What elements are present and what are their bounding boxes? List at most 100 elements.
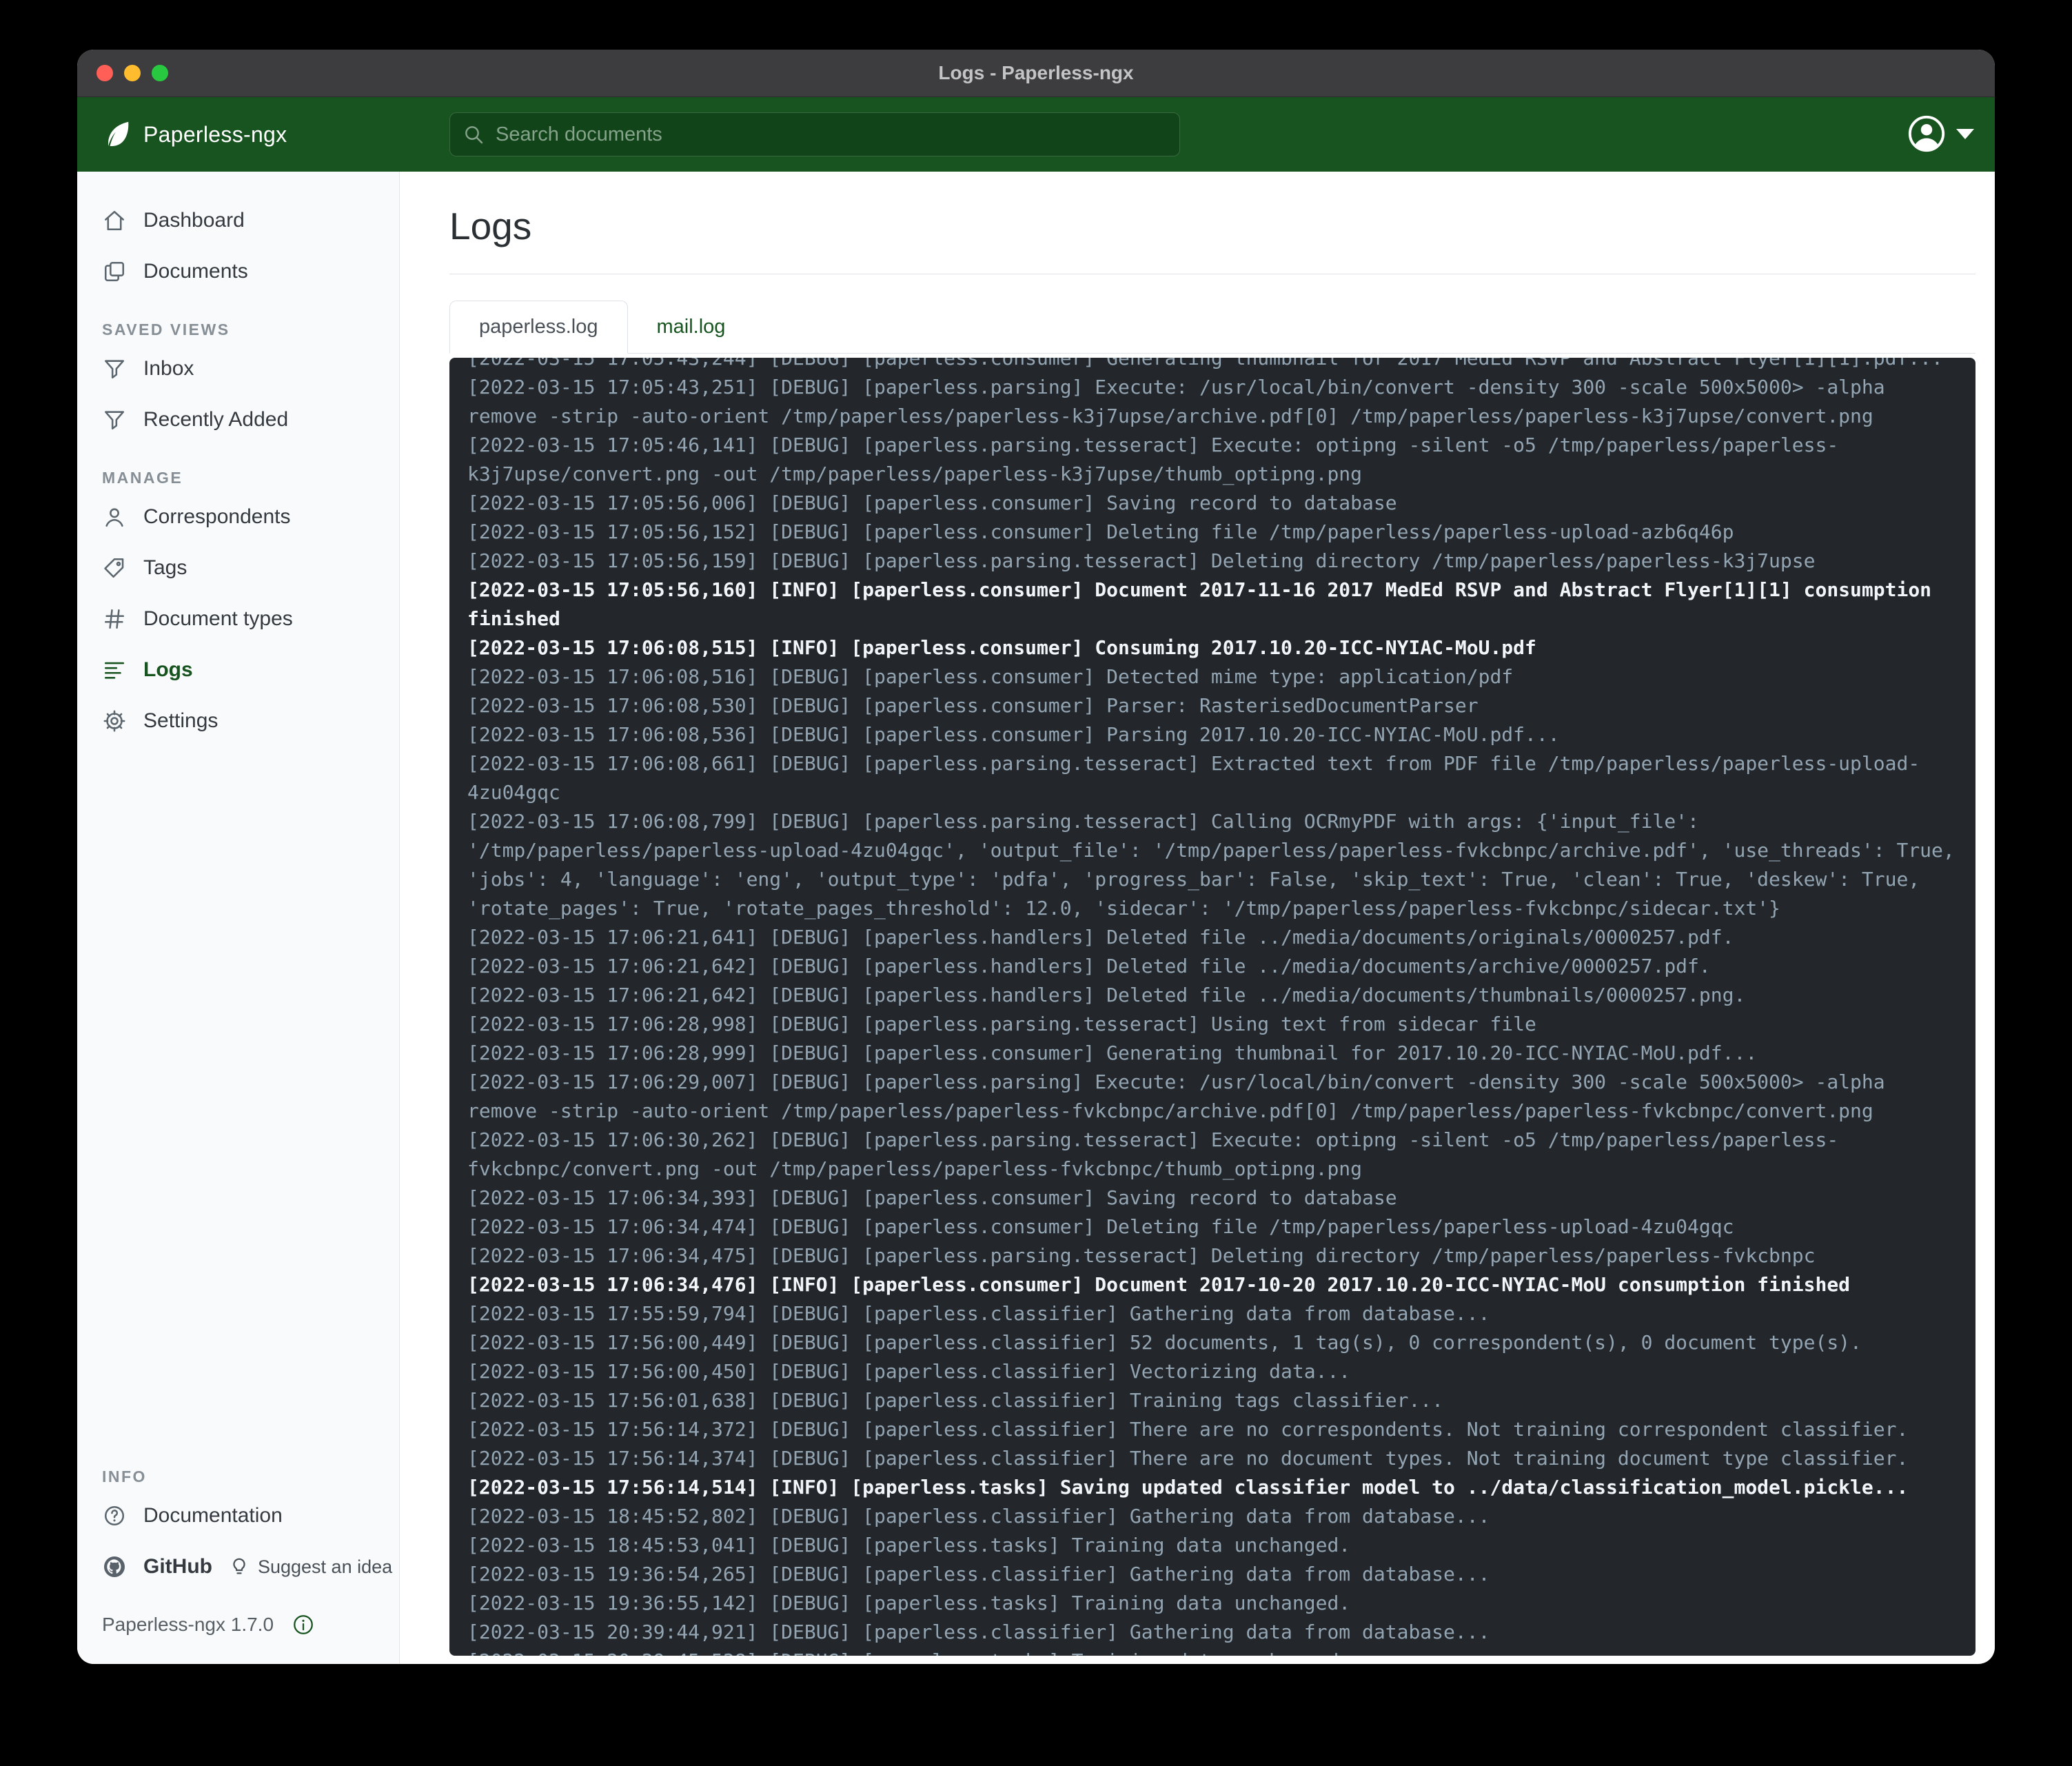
leaf-logo-icon	[101, 119, 132, 150]
log-line: [2022-03-15 17:05:46,141] [DEBUG] [paper…	[467, 431, 1958, 489]
sidebar-item-label: Documents	[143, 260, 248, 283]
sidebar-item-inbox[interactable]: Inbox	[77, 343, 399, 394]
app-brand[interactable]: Paperless-ngx	[101, 119, 287, 150]
sidebar-item-logs[interactable]: Logs	[77, 645, 399, 696]
main-content: Logs paperless.log mail.log [2022-03-15 …	[400, 172, 1995, 1664]
sidebar-item-correspondents[interactable]: Correspondents	[77, 491, 399, 542]
sidebar-item-label: Settings	[143, 709, 218, 733]
sidebar-item-recently-added[interactable]: Recently Added	[77, 394, 399, 445]
sidebar: Dashboard Documents SAVED VIEWS Inbox Recent…	[77, 172, 400, 1664]
person-circle-icon	[1907, 114, 1947, 154]
log-line: [2022-03-15 17:06:34,393] [DEBUG] [paper…	[467, 1184, 1958, 1212]
sidebar-item-label: Dashboard	[143, 209, 245, 232]
sidebar-item-label: Recently Added	[143, 408, 288, 432]
log-line: [2022-03-15 17:06:08,799] [DEBUG] [paper…	[467, 807, 1958, 923]
log-line: [2022-03-15 17:56:14,374] [DEBUG] [paper…	[467, 1444, 1958, 1473]
sidebar-item-documents[interactable]: Documents	[77, 246, 399, 297]
page-title: Logs	[449, 203, 1975, 249]
log-line: [2022-03-15 18:45:53,041] [DEBUG] [paper…	[467, 1531, 1958, 1560]
log-line: [2022-03-15 17:06:21,641] [DEBUG] [paper…	[467, 923, 1958, 952]
log-line: [2022-03-15 17:56:00,450] [DEBUG] [paper…	[467, 1357, 1958, 1386]
sidebar-item-suggest-idea[interactable]: Suggest an idea	[229, 1556, 392, 1578]
log-line: [2022-03-15 17:05:43,251] [DEBUG] [paper…	[467, 373, 1958, 431]
info-circle-icon[interactable]	[292, 1613, 315, 1636]
home-icon	[102, 209, 127, 232]
sidebar-section-info: INFO	[102, 1468, 399, 1486]
log-line: [2022-03-15 17:06:21,642] [DEBUG] [paper…	[467, 981, 1958, 1010]
user-menu[interactable]	[1907, 114, 1974, 154]
search-input[interactable]	[494, 123, 1117, 147]
log-line: [2022-03-15 17:06:30,262] [DEBUG] [paper…	[467, 1126, 1958, 1184]
suggest-idea-label: Suggest an idea	[258, 1556, 392, 1578]
app-window: Logs - Paperless-ngx Paperless-ngx	[77, 50, 1995, 1664]
app-navbar: Paperless-ngx	[77, 97, 1995, 172]
sidebar-item-label: Tags	[143, 556, 187, 580]
log-line: [2022-03-15 17:06:08,536] [DEBUG] [paper…	[467, 720, 1958, 749]
log-line: [2022-03-15 20:39:44,921] [DEBUG] [paper…	[467, 1618, 1958, 1647]
log-line: [2022-03-15 17:56:01,638] [DEBUG] [paper…	[467, 1386, 1958, 1415]
log-line: [2022-03-15 17:06:29,007] [DEBUG] [paper…	[467, 1068, 1958, 1126]
sidebar-section-manage: MANAGE	[102, 469, 399, 487]
sidebar-item-github[interactable]: GitHub	[77, 1541, 212, 1592]
sidebar-item-dashboard[interactable]: Dashboard	[77, 195, 399, 246]
log-line: [2022-03-15 19:36:55,142] [DEBUG] [paper…	[467, 1589, 1958, 1618]
sidebar-item-label: GitHub	[143, 1555, 212, 1579]
filter-icon	[102, 357, 127, 380]
log-line: [2022-03-15 17:06:08,661] [DEBUG] [paper…	[467, 749, 1958, 807]
log-line: [2022-03-15 17:55:59,794] [DEBUG] [paper…	[467, 1299, 1958, 1328]
log-line: [2022-03-15 17:05:56,006] [DEBUG] [paper…	[467, 489, 1958, 518]
log-line: [2022-03-15 17:06:28,998] [DEBUG] [paper…	[467, 1010, 1958, 1039]
version-row: Paperless-ngx 1.7.0	[102, 1613, 399, 1636]
sidebar-item-label: Correspondents	[143, 505, 290, 529]
log-line: [2022-03-15 17:05:56,159] [DEBUG] [paper…	[467, 547, 1958, 576]
tab-paperless-log[interactable]: paperless.log	[449, 301, 628, 354]
app-body: Dashboard Documents SAVED VIEWS Inbox Recent…	[77, 172, 1995, 1664]
chevron-down-icon	[1956, 129, 1974, 139]
search-icon	[463, 123, 485, 145]
log-line: [2022-03-15 17:06:34,474] [DEBUG] [paper…	[467, 1212, 1958, 1241]
log-line: [2022-03-15 17:06:08,516] [DEBUG] [paper…	[467, 662, 1958, 691]
app-version: Paperless-ngx 1.7.0	[102, 1614, 274, 1636]
logs-icon	[102, 658, 127, 682]
sidebar-item-document-types[interactable]: Document types	[77, 593, 399, 645]
hash-icon	[102, 607, 127, 631]
lightbulb-icon	[229, 1556, 250, 1577]
log-line: [2022-03-15 17:06:08,530] [DEBUG] [paper…	[467, 691, 1958, 720]
github-icon	[102, 1554, 127, 1579]
sidebar-item-label: Documentation	[143, 1504, 283, 1528]
sidebar-item-tags[interactable]: Tags	[77, 542, 399, 593]
sidebar-section-saved-views: SAVED VIEWS	[102, 321, 399, 339]
log-line: [2022-03-15 17:06:34,476] [INFO] [paperl…	[467, 1270, 1958, 1299]
window-titlebar: Logs - Paperless-ngx	[77, 50, 1995, 97]
screenshot-canvas: Logs - Paperless-ngx Paperless-ngx	[0, 0, 2072, 1766]
question-circle-icon	[102, 1504, 127, 1528]
documents-icon	[102, 260, 127, 283]
tab-mail-log[interactable]: mail.log	[628, 301, 755, 353]
log-line: [2022-03-15 17:56:14,372] [DEBUG] [paper…	[467, 1415, 1958, 1444]
sidebar-item-label: Logs	[143, 658, 193, 682]
window-title: Logs - Paperless-ngx	[77, 62, 1995, 84]
log-line: [2022-03-15 17:56:14,514] [INFO] [paperl…	[467, 1473, 1958, 1502]
log-line: [2022-03-15 18:45:52,802] [DEBUG] [paper…	[467, 1502, 1958, 1531]
tag-icon	[102, 556, 127, 580]
log-viewer[interactable]: [2022-03-15 17:05:43,244] [DEBUG] [paper…	[449, 358, 1975, 1656]
sidebar-item-label: Inbox	[143, 357, 194, 380]
sidebar-footer: INFO Documentation	[77, 1444, 399, 1664]
log-file-tabs: paperless.log mail.log	[449, 301, 1975, 354]
sidebar-item-settings[interactable]: Settings	[77, 696, 399, 747]
log-line: [2022-03-15 17:05:43,244] [DEBUG] [paper…	[467, 358, 1958, 373]
log-line: [2022-03-15 17:56:00,449] [DEBUG] [paper…	[467, 1328, 1958, 1357]
log-line: [2022-03-15 17:06:28,999] [DEBUG] [paper…	[467, 1039, 1958, 1068]
sidebar-item-documentation[interactable]: Documentation	[77, 1490, 399, 1541]
log-content: [2022-03-15 17:05:43,244] [DEBUG] [paper…	[467, 358, 1958, 1656]
log-line: [2022-03-15 17:06:08,515] [INFO] [paperl…	[467, 633, 1958, 662]
log-line: [2022-03-15 20:39:45,538] [DEBUG] [paper…	[467, 1647, 1958, 1656]
log-line: [2022-03-15 19:36:54,265] [DEBUG] [paper…	[467, 1560, 1958, 1589]
gear-icon	[102, 709, 127, 733]
search-box	[449, 112, 1180, 156]
brand-title: Paperless-ngx	[143, 122, 287, 148]
log-line: [2022-03-15 17:05:56,152] [DEBUG] [paper…	[467, 518, 1958, 547]
log-line: [2022-03-15 17:05:56,160] [INFO] [paperl…	[467, 576, 1958, 633]
person-icon	[102, 505, 127, 529]
filter-icon	[102, 408, 127, 432]
